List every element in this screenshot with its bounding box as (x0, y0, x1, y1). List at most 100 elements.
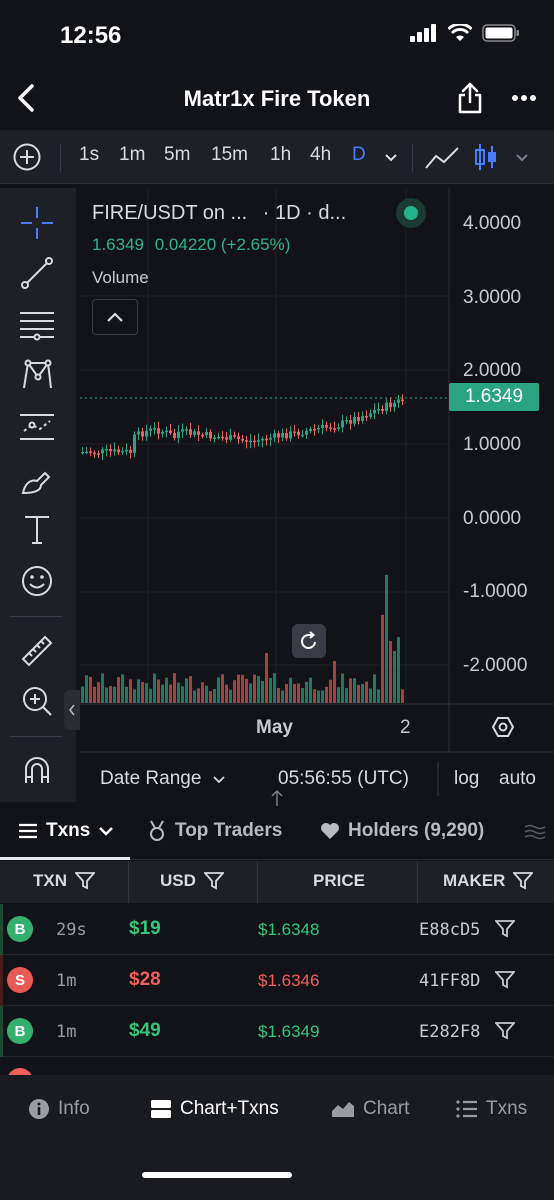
chart-settings-button[interactable] (490, 714, 516, 740)
nav-chart[interactable]: Chart (331, 1098, 409, 1120)
toolbar-divider (60, 144, 61, 172)
nav-label: Txns (486, 1098, 528, 1119)
nav-label: Chart+Txns (180, 1098, 279, 1119)
filter-icon (513, 872, 534, 890)
nav-txns[interactable]: Txns (456, 1098, 527, 1120)
maker-filter-button[interactable] (494, 971, 516, 994)
collapse-legend-button[interactable] (92, 299, 138, 335)
zoom-tool[interactable] (16, 680, 58, 722)
column-header-price: PRICE (313, 871, 365, 891)
tab-txns[interactable]: Txns (18, 820, 114, 842)
tab-holders[interactable]: Holders (9,290) (320, 820, 484, 842)
table-row[interactable]: S 1m $28 $1.6346 41FF8D (0, 955, 554, 1006)
toolbar-divider (412, 144, 413, 172)
crosshair-icon (21, 207, 53, 239)
header: Matr1x Fire Token (0, 70, 554, 128)
home-indicator (142, 1172, 292, 1178)
text-tool[interactable] (16, 508, 58, 550)
nav-info[interactable]: Info (28, 1098, 90, 1120)
brush-icon (21, 471, 51, 495)
medal-icon (150, 820, 164, 841)
plus-circle-icon (13, 143, 41, 171)
tab-top-traders[interactable]: Top Traders (147, 820, 282, 842)
share-icon (458, 82, 482, 114)
nav-chart-txns[interactable]: Chart+Txns (150, 1098, 279, 1120)
maker-filter-button[interactable] (494, 1022, 516, 1045)
chart-legend-symbol: FIRE/USDT on ... · 1D · d... (92, 202, 346, 225)
interval-1h[interactable]: 1h (270, 144, 291, 166)
txn-maker[interactable]: 41FF8D (419, 971, 480, 991)
column-divider (417, 861, 418, 903)
zoom-in-icon (23, 687, 52, 716)
fib-tool[interactable] (16, 304, 58, 346)
hexagon-settings-icon (491, 717, 515, 737)
txn-maker[interactable]: E282F8 (419, 1022, 480, 1042)
line-chart-icon (425, 147, 459, 169)
interval-dropdown[interactable] (384, 150, 398, 168)
brush-tool[interactable] (16, 458, 58, 500)
txn-usd: $49 (129, 1020, 161, 1041)
txn-usd: $19 (129, 918, 161, 939)
utc-time-button[interactable]: 05:56:55 (UTC) (278, 768, 409, 790)
emoji-tool[interactable] (16, 560, 58, 602)
add-indicator-button[interactable] (12, 142, 42, 177)
price-axis-label: 1.0000 (463, 434, 522, 455)
crosshair-tool[interactable] (16, 202, 58, 244)
smiley-icon (22, 566, 52, 596)
column-header-usd[interactable]: USD (160, 871, 224, 891)
auto-scale-button[interactable]: auto (499, 768, 536, 790)
maker-filter-button[interactable] (494, 920, 516, 943)
candle-chart-button[interactable] (474, 142, 498, 177)
reset-chart-button[interactable] (292, 624, 326, 658)
interval-1m[interactable]: 1m (119, 144, 145, 166)
interval-1s[interactable]: 1s (79, 144, 99, 166)
interval-4h[interactable]: 4h (310, 144, 331, 166)
chart-type-dropdown[interactable] (515, 150, 529, 168)
magnet-tool[interactable] (16, 750, 58, 792)
partial-row (0, 1058, 554, 1075)
chevron-down-icon (385, 154, 397, 162)
tab-label: Holders (9,290) (348, 820, 485, 841)
interval-5m[interactable]: 5m (164, 144, 190, 166)
measure-tool[interactable] (16, 630, 58, 672)
list-icon (456, 1100, 477, 1118)
table-row[interactable]: B 1m $49 $1.6349 E282F8 (0, 1006, 554, 1057)
line-chart-button[interactable] (424, 144, 460, 177)
date-range-button[interactable]: Date Range (100, 768, 225, 790)
log-scale-button[interactable]: log (454, 768, 479, 790)
more-button[interactable] (506, 80, 542, 116)
chevron-up-icon (107, 312, 123, 322)
side-badge: S (7, 967, 33, 993)
collapse-toolbar-tab[interactable] (64, 690, 80, 730)
signal-icon (410, 24, 436, 42)
column-header-label: MAKER (443, 871, 506, 890)
trend-line-tool[interactable] (16, 252, 58, 294)
back-button[interactable] (8, 80, 44, 116)
wave-lines-icon (524, 824, 546, 840)
column-header-label: TXN (33, 871, 67, 890)
chevron-left-icon (18, 84, 34, 112)
column-header-label: USD (160, 871, 196, 890)
interval-15m[interactable]: 15m (211, 144, 248, 166)
table-row[interactable]: B 29s $19 $1.6348 E88cD5 (0, 904, 554, 955)
pattern-icon (23, 359, 52, 389)
active-tab-indicator (0, 857, 130, 860)
txn-maker[interactable]: E88cD5 (419, 920, 480, 940)
column-header-txn[interactable]: TXN (33, 871, 95, 891)
txn-price: $1.6348 (258, 920, 320, 939)
share-button[interactable] (452, 78, 488, 118)
side-badge: B (7, 916, 33, 942)
more-tabs-button[interactable] (524, 824, 546, 845)
pattern-tool[interactable] (16, 354, 58, 396)
interval-d[interactable]: D (352, 144, 366, 166)
chart-legend-price: 1.6349 0.04220 (+2.65%) (92, 235, 290, 255)
txn-age: 1m (56, 1022, 77, 1042)
live-indicator (396, 198, 426, 228)
side-badge (7, 1068, 33, 1075)
ruler-icon (21, 635, 53, 667)
prediction-tool[interactable] (16, 406, 58, 448)
interval-label: · 1D · d... (262, 202, 347, 224)
column-header-maker[interactable]: MAKER (443, 871, 534, 891)
chart-area[interactable] (80, 188, 554, 802)
legend-price: 1.6349 (92, 235, 144, 254)
